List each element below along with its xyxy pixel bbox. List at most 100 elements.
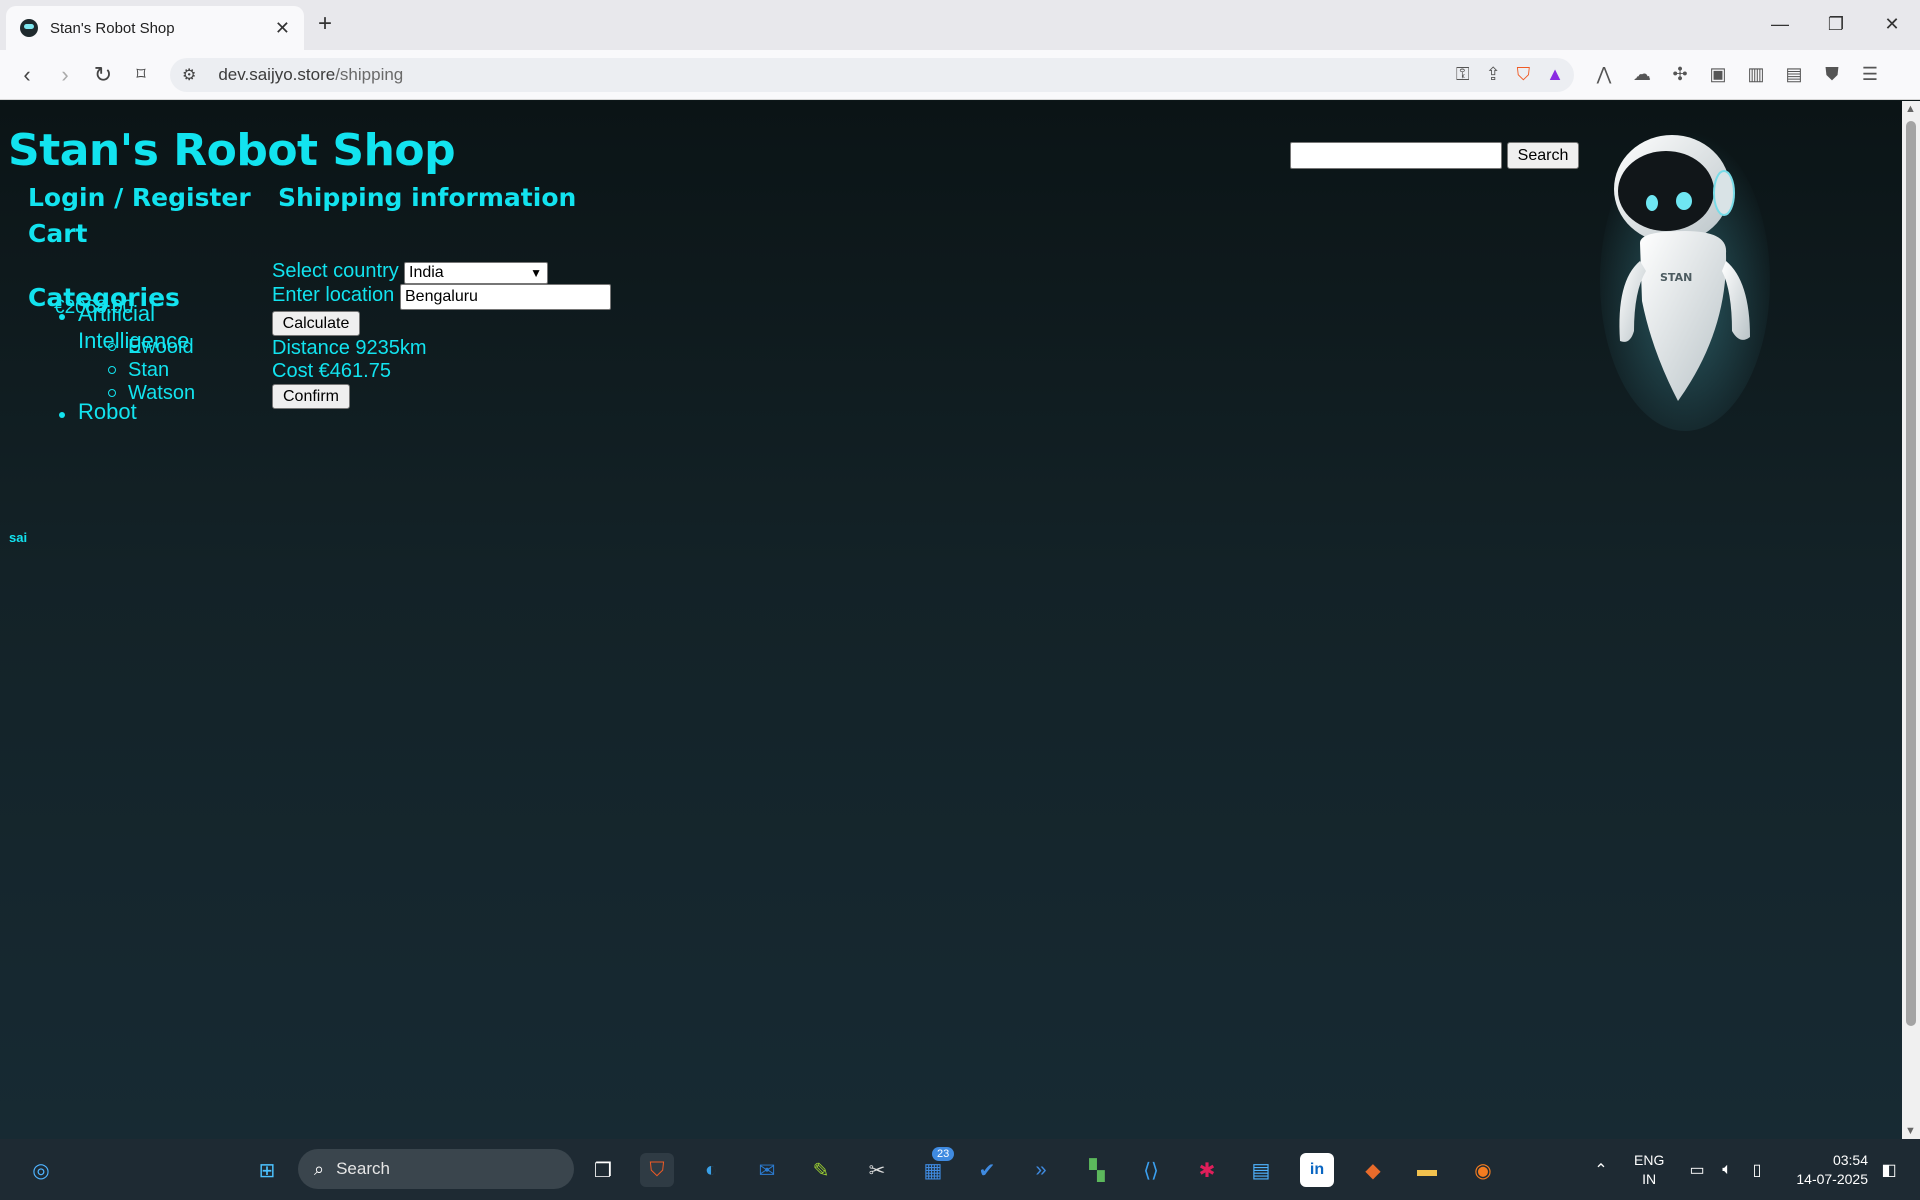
new-tab-icon[interactable]: +: [318, 10, 332, 38]
widgets-icon[interactable]: ◎: [24, 1153, 58, 1187]
extensions-area: ⋀ ☁ ✣ ▣ ▥ ▤ ⛊ ☰: [1594, 64, 1880, 85]
footer-user: sai: [9, 530, 28, 545]
share-icon[interactable]: ⇪: [1486, 64, 1501, 85]
chevron-up-icon[interactable]: ⌃: [1584, 1153, 1618, 1187]
language-top: ENG: [1634, 1152, 1665, 1168]
list-bullet: [108, 389, 116, 397]
task-view-icon[interactable]: ❐: [586, 1153, 620, 1187]
location-input[interactable]: Bengaluru: [400, 284, 611, 310]
sidebar-icon[interactable]: ▥: [1746, 64, 1766, 85]
vpn-icon[interactable]: ⛊: [1822, 64, 1842, 85]
close-tab-icon[interactable]: ✕: [275, 18, 290, 39]
distance-text: Distance 9235km: [272, 337, 427, 359]
notepad-icon[interactable]: ▤: [1244, 1153, 1278, 1187]
scroll-up-icon[interactable]: ▲: [1905, 103, 1916, 115]
page-scrollbar[interactable]: ▲ ▼: [1902, 101, 1920, 1139]
category-robot[interactable]: Robot: [78, 399, 137, 425]
bookmark-icon[interactable]: ⌑: [128, 64, 154, 85]
location-label: Enter location: [272, 284, 395, 306]
chevron-down-icon: ▼: [530, 266, 542, 280]
list-bullet: [59, 314, 65, 320]
stan-robot-image: STAN: [1600, 131, 1770, 431]
clock-date: 14-07-2025: [1796, 1171, 1868, 1187]
list-bullet: [59, 412, 65, 418]
paint-icon[interactable]: ✎: [804, 1153, 838, 1187]
taskbar-search-label: Search: [336, 1159, 390, 1178]
forward-icon[interactable]: ›: [52, 62, 78, 88]
scroll-down-icon[interactable]: ▼: [1905, 1125, 1916, 1137]
category-ai[interactable]: Artificial: [78, 301, 155, 327]
media-icon[interactable]: ▣: [1708, 64, 1728, 85]
search-icon: ⌕: [314, 1158, 325, 1179]
extensions-icon[interactable]: ✣: [1670, 64, 1690, 85]
linkedin-icon[interactable]: in: [1300, 1153, 1334, 1187]
list-bullet: [108, 366, 116, 374]
taskbar-search[interactable]: ⌕ Search: [298, 1149, 574, 1189]
notification-badge: 23: [932, 1147, 955, 1161]
git-icon[interactable]: ◆: [1356, 1153, 1390, 1187]
search-input[interactable]: [1290, 142, 1502, 169]
country-selected-value: India: [409, 264, 444, 281]
file-explorer-icon[interactable]: ▬: [1410, 1153, 1444, 1187]
language-bottom: IN: [1642, 1171, 1657, 1187]
list-bullet: [108, 343, 116, 351]
window-controls: — ❐ ✕: [1752, 0, 1920, 48]
network-icon[interactable]: ▭: [1680, 1153, 1714, 1187]
restore-icon[interactable]: ❐: [1808, 0, 1864, 48]
battery-icon[interactable]: ▯: [1740, 1153, 1774, 1187]
url-host: dev.saijyo.store: [218, 65, 336, 84]
clock[interactable]: 03:54 14-07-2025: [1784, 1151, 1868, 1200]
product-ewooid[interactable]: Ewooid: [128, 336, 194, 359]
country-label: Select country: [272, 260, 399, 282]
address-bar[interactable]: ⚙ dev.saijyo.store/shipping ⚿ ⇪ ⛉ ▲: [170, 58, 1574, 92]
menu-icon[interactable]: ☰: [1860, 64, 1880, 85]
key-icon[interactable]: ⚿: [1456, 64, 1470, 85]
robot-favicon-icon: [20, 19, 38, 37]
edge-icon[interactable]: ◐: [694, 1153, 728, 1187]
shipping-heading: Shipping information: [278, 183, 577, 212]
browser-toolbar: ‹ › ↻ ⌑ ⚙ dev.saijyo.store/shipping ⚿ ⇪ …: [0, 50, 1920, 100]
minimize-icon[interactable]: —: [1752, 0, 1808, 48]
volume-icon[interactable]: 🔈︎: [1710, 1153, 1744, 1187]
cloud-icon[interactable]: ☁: [1632, 64, 1652, 85]
browser-tab-strip: Stan's Robot Shop ✕ + — ❐ ✕: [0, 0, 1920, 50]
url-path: /shipping: [335, 65, 404, 84]
shop-title[interactable]: Stan's Robot Shop: [8, 125, 456, 176]
back-icon[interactable]: ‹: [14, 62, 40, 88]
product-watson[interactable]: Watson: [128, 382, 195, 405]
browser-tab[interactable]: Stan's Robot Shop ✕: [6, 6, 304, 50]
clock-time: 03:54: [1832, 1152, 1868, 1168]
notifications-icon[interactable]: ◧: [1872, 1153, 1906, 1187]
login-register-link[interactable]: Login / Register: [28, 183, 251, 212]
country-select[interactable]: India ▼: [404, 262, 548, 284]
reload-icon[interactable]: ↻: [90, 62, 116, 88]
site-settings-icon[interactable]: ⚙: [182, 65, 196, 85]
scroll-thumb[interactable]: [1906, 121, 1916, 1026]
snipping-tool-icon[interactable]: ✂: [860, 1153, 894, 1187]
tab-title: Stan's Robot Shop: [50, 19, 175, 37]
wallet-icon[interactable]: ▤: [1784, 64, 1804, 85]
outlook-icon[interactable]: ✉: [750, 1153, 784, 1187]
product-stan[interactable]: Stan: [128, 359, 169, 382]
page-content: Stan's Robot Shop Search STAN Login / Re: [0, 101, 1902, 1139]
language-indicator[interactable]: ENG IN: [1634, 1151, 1664, 1200]
search-button[interactable]: Search: [1507, 142, 1579, 169]
leo-icon[interactable]: ⋀: [1594, 64, 1614, 85]
app-icon[interactable]: ◉: [1466, 1153, 1500, 1187]
app-grid-icon[interactable]: ▚: [1080, 1153, 1114, 1187]
start-icon[interactable]: ⊞: [250, 1153, 284, 1187]
power-automate-icon[interactable]: »: [1024, 1153, 1058, 1187]
brave-shield-icon[interactable]: ⛉: [1517, 64, 1531, 85]
robot-chest-label: STAN: [1660, 271, 1692, 284]
address-bar-actions: ⚿ ⇪ ⛉ ▲: [1456, 64, 1564, 85]
brave-rewards-icon[interactable]: ▲: [1546, 64, 1564, 85]
calculate-button[interactable]: Calculate: [272, 311, 360, 336]
close-window-icon[interactable]: ✕: [1864, 0, 1920, 48]
brave-browser-icon[interactable]: ⛉: [640, 1153, 674, 1187]
confirm-button[interactable]: Confirm: [272, 384, 350, 409]
cart-link[interactable]: Cart: [28, 219, 88, 248]
todo-icon[interactable]: ✔: [970, 1153, 1004, 1187]
vscode-icon[interactable]: ⟨⟩: [1134, 1153, 1168, 1187]
cost-text: Cost €461.75: [272, 360, 391, 382]
slack-icon[interactable]: ✱: [1190, 1153, 1224, 1187]
